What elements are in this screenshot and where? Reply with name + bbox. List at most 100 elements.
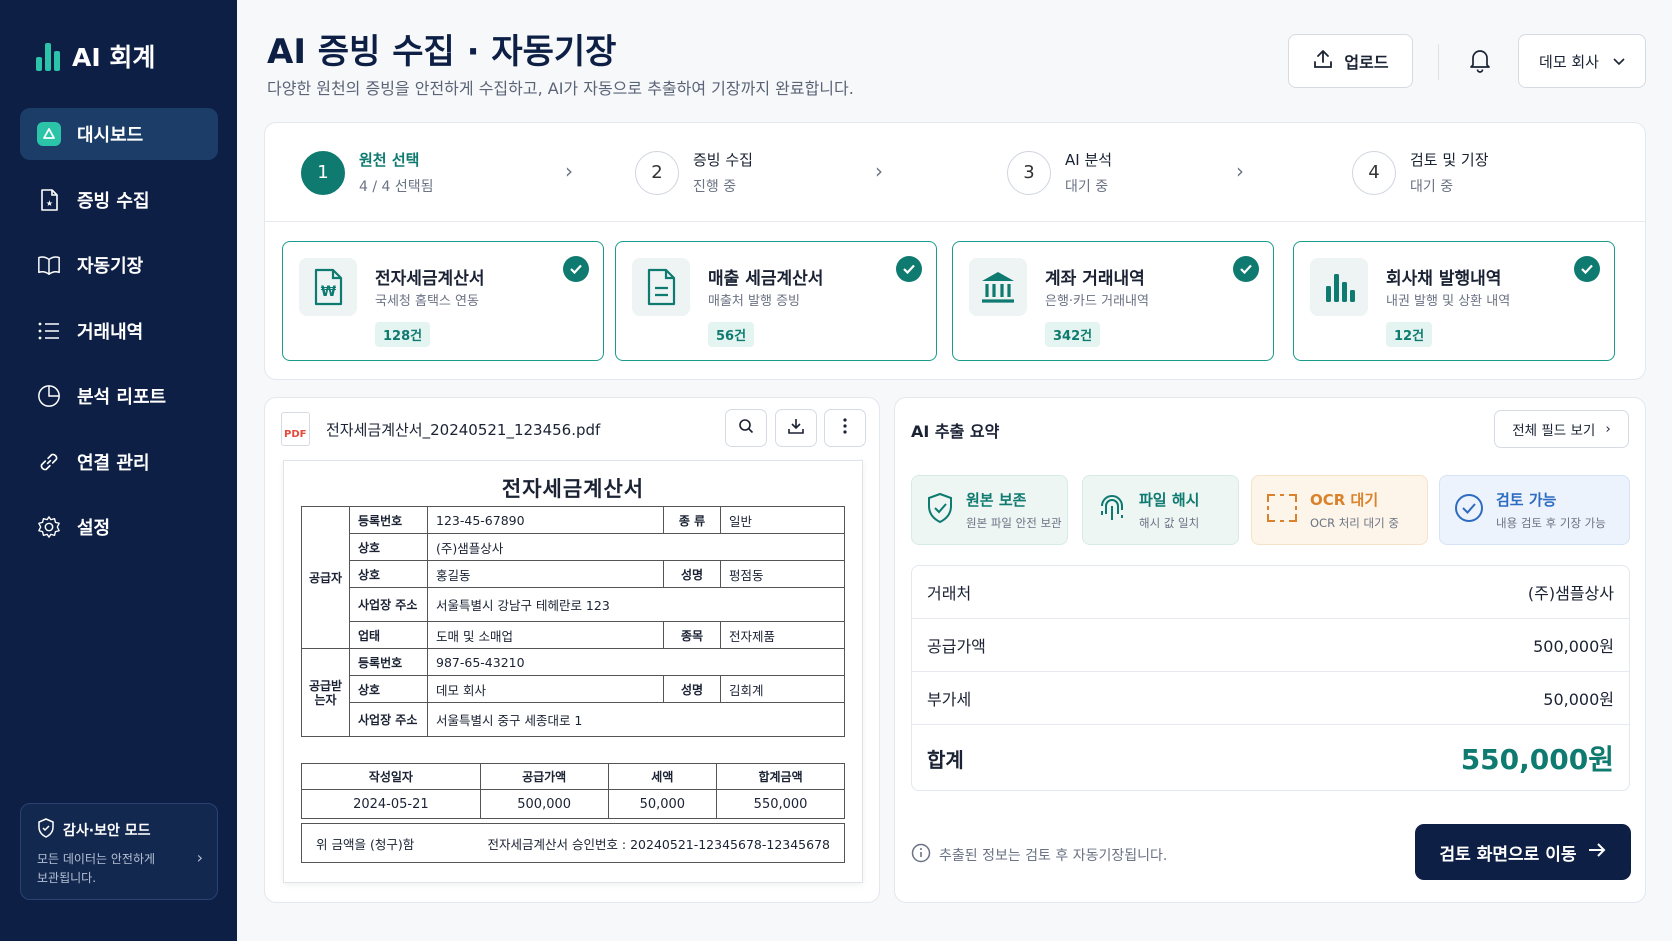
check-icon bbox=[1574, 256, 1600, 282]
source-title: 전자세금계산서 bbox=[375, 269, 485, 289]
check-icon bbox=[563, 256, 589, 282]
status-original-preserved: 원본 보존 원본 파일 안전 보관 bbox=[911, 475, 1068, 545]
source-card-tax-invoice[interactable]: ₩ 전자세금계산서 국세청 홈택스 연동 128건 bbox=[282, 241, 604, 361]
info-icon bbox=[911, 843, 931, 867]
ai-summary-panel: AI 추출 요약 전체 필드 보기 › 원본 보존 원본 파일 안전 보관 파일 … bbox=[894, 397, 1646, 903]
download-icon bbox=[787, 417, 805, 439]
shield-icon bbox=[37, 818, 55, 842]
app-logo[interactable]: AI 회계 bbox=[36, 38, 155, 74]
source-card-bank-transactions[interactable]: 계좌 거래내역 은행·카드 거래내역 342건 bbox=[952, 241, 1274, 361]
sidebar-item-label: 대시보드 bbox=[77, 125, 144, 146]
extracted-summary-table: 거래처 (주)샘플상사 공급가액 500,000원 부가세 50,000원 합계… bbox=[911, 565, 1630, 791]
audit-mode-desc: 모든 데이터는 안전하게 보관됩니다. bbox=[37, 852, 156, 885]
sidebar-item-dashboard[interactable]: 대시보드 bbox=[20, 108, 218, 160]
steps-divider bbox=[265, 221, 1645, 222]
gear-icon bbox=[37, 515, 61, 539]
audit-mode-title: 감사·보안 모드 bbox=[63, 823, 151, 839]
svg-text:₩: ₩ bbox=[321, 284, 337, 300]
chevron-right-icon: › bbox=[1236, 159, 1244, 183]
sidebar-item-label: 거래내역 bbox=[77, 321, 144, 343]
summary-value: (주)샘플상사 bbox=[1527, 584, 1614, 603]
svg-text:★: ★ bbox=[46, 199, 53, 208]
company-name: 데모 회사 bbox=[1539, 52, 1599, 71]
invoice-tax: 50,000 bbox=[607, 789, 718, 819]
bank-icon bbox=[969, 258, 1027, 316]
step-title: AI 분석 bbox=[1065, 151, 1113, 169]
step-2[interactable]: 2 증빙 수집진행 중 bbox=[635, 149, 753, 196]
check-circle-icon bbox=[1454, 493, 1484, 527]
sidebar-item-bookkeeping[interactable]: 자동기장 bbox=[20, 239, 218, 291]
supplier-group-label: 공급자 bbox=[301, 506, 350, 649]
total-label: 합계 bbox=[927, 747, 964, 772]
document-filename: 전자세금계산서_20240521_123456.pdf bbox=[326, 420, 601, 439]
fingerprint-icon bbox=[1097, 492, 1127, 528]
step-number: 4 bbox=[1352, 150, 1396, 195]
sidebar-item-connections[interactable]: 연결 관리 bbox=[20, 436, 218, 488]
scan-icon bbox=[1266, 493, 1298, 527]
ai-summary-title: AI 추출 요약 bbox=[911, 422, 1000, 441]
source-desc: 국세청 홈택스 연동 bbox=[375, 294, 479, 309]
document-icon bbox=[632, 258, 690, 316]
chevron-right-icon: › bbox=[565, 159, 573, 183]
summary-row-supply: 공급가액 500,000원 bbox=[912, 619, 1629, 671]
step-number: 2 bbox=[635, 150, 679, 195]
step-1[interactable]: 1 원천 선택 4 / 4 선택됨 bbox=[301, 149, 434, 196]
company-selector[interactable]: 데모 회사 bbox=[1518, 34, 1646, 88]
sidebar-item-label: 증빙 수집 bbox=[77, 190, 150, 212]
sidebar-item-reports[interactable]: 분석 리포트 bbox=[20, 370, 218, 422]
page-subtitle: 다양한 원천의 증빙을 안전하게 수집하고, AI가 자동으로 추출하여 기장까… bbox=[267, 79, 854, 98]
document-preview-panel: PDF 전자세금계산서_20240521_123456.pdf 전자세금계산서 … bbox=[264, 397, 880, 903]
supplier-name: (주)샘플상사 bbox=[427, 533, 845, 561]
status-review-ready: 검토 가능 내용 검토 후 기장 가능 bbox=[1439, 475, 1630, 545]
steps-panel: 1 원천 선택 4 / 4 선택됨 › 2 증빙 수집 진행 중 › 3 AI 분석… bbox=[264, 122, 1646, 380]
invoice-supply-amount: 500,000 bbox=[479, 789, 609, 819]
source-desc: 내권 발행 및 상환 내역 bbox=[1386, 294, 1511, 309]
sidebar-item-settings[interactable]: 설정 bbox=[20, 501, 218, 553]
more-options-button[interactable] bbox=[824, 409, 866, 447]
sidebar-item-transactions[interactable]: 거래내역 bbox=[20, 305, 218, 357]
step-title: 검토 및 기장 bbox=[1410, 151, 1489, 169]
view-all-fields-button[interactable]: 전체 필드 보기 › bbox=[1494, 410, 1629, 448]
sidebar-item-label: 자동기장 bbox=[77, 256, 144, 277]
step-title: 증빙 수집 bbox=[693, 151, 753, 169]
upload-label: 업로드 bbox=[1344, 53, 1389, 72]
sidebar-item-receipts[interactable]: ★ 증빙 수집 bbox=[20, 174, 218, 226]
source-title: 매출 세금계산서 bbox=[708, 269, 824, 289]
link-icon bbox=[37, 450, 61, 474]
go-to-review-button[interactable]: 검토 화면으로 이동 bbox=[1415, 824, 1631, 880]
upload-button[interactable]: 업로드 bbox=[1288, 34, 1413, 88]
step-3[interactable]: 3 AI 분석 대기 중 bbox=[1007, 149, 1112, 196]
invoice-parties-table: 공급자 등록번호 123-45-67890 종 류 일반 상호 (주)샘플상사 … bbox=[301, 506, 845, 737]
tax-invoice-document: 전자세금계산서 공급자 등록번호 123-45-67890 종 류 일반 상호 … bbox=[283, 460, 863, 883]
audit-mode-card[interactable]: 감사·보안 모드 모든 데이터는 안전하게 보관됩니다. › bbox=[20, 803, 218, 900]
source-count-badge: 128건 bbox=[375, 322, 431, 347]
total-value: 550,000원 bbox=[1460, 743, 1614, 776]
tax-invoice-icon: ₩ bbox=[299, 258, 357, 316]
step-status: 대기 중 bbox=[1065, 179, 1109, 195]
source-title: 회사채 발행내역 bbox=[1386, 269, 1502, 289]
receiver-name: 데모 회사 bbox=[427, 675, 664, 703]
source-desc: 매출처 발행 증빙 bbox=[708, 294, 800, 309]
supplier-reg-number: 123-45-67890 bbox=[427, 506, 664, 534]
chevron-right-icon: › bbox=[1605, 421, 1611, 437]
search-button[interactable] bbox=[725, 409, 767, 447]
search-icon bbox=[738, 418, 754, 438]
summary-row-vat: 부가세 50,000원 bbox=[912, 672, 1629, 724]
source-card-sales-invoice[interactable]: 매출 세금계산서 매출처 발행 증빙 56건 bbox=[615, 241, 937, 361]
check-icon bbox=[1233, 256, 1259, 282]
summary-row-vendor: 거래처 (주)샘플상사 bbox=[912, 566, 1629, 618]
receiver-address: 서울특별시 중구 세종대로 1 bbox=[427, 702, 845, 737]
invoice-title: 전자세금계산서 bbox=[501, 477, 645, 501]
download-button[interactable] bbox=[775, 409, 817, 447]
sidebar-item-label: 연결 관리 bbox=[77, 452, 150, 474]
source-card-bonds[interactable]: 회사채 발행내역 내권 발행 및 상환 내역 12건 bbox=[1293, 241, 1615, 361]
step-status: 진행 중 bbox=[693, 179, 737, 195]
source-title: 계좌 거래내역 bbox=[1045, 269, 1145, 289]
invoice-totals-table: 작성일자 공급가액 세액 합계금액 2024-05-21 500,000 50,… bbox=[301, 763, 845, 819]
sidebar-item-label: 설정 bbox=[77, 518, 111, 539]
bell-icon[interactable] bbox=[1468, 47, 1492, 77]
step-number: 1 bbox=[301, 150, 345, 195]
step-status: 대기 중 bbox=[1410, 179, 1454, 195]
chevron-right-icon: › bbox=[196, 848, 203, 867]
step-4[interactable]: 4 검토 및 기장대기 중 bbox=[1352, 149, 1489, 196]
